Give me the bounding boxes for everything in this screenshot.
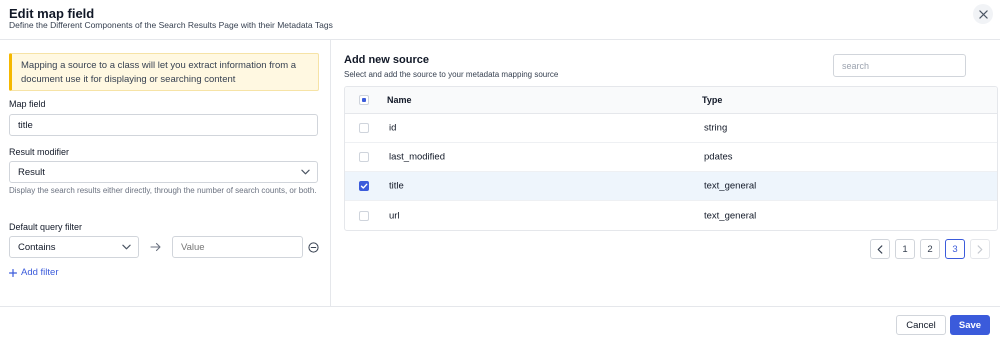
result-modifier-value: Result	[18, 166, 45, 178]
map-field-input[interactable]: title	[9, 114, 318, 136]
cancel-button[interactable]: Cancel	[896, 315, 946, 335]
row-checkbox[interactable]	[359, 181, 369, 191]
chevron-left-icon	[877, 244, 883, 254]
chevron-down-icon	[301, 169, 310, 175]
row-name: title	[389, 180, 404, 192]
row-name: last_modified	[389, 151, 445, 163]
add-source-title: Add new source	[344, 54, 429, 66]
row-type: string	[704, 122, 728, 134]
left-panel: Mapping a source to a class will let you…	[0, 40, 331, 306]
close-icon	[978, 9, 988, 19]
info-notice: Mapping a source to a class will let you…	[9, 53, 319, 91]
table-row[interactable]: title text_general	[345, 172, 997, 201]
table-row[interactable]: url text_general	[345, 201, 997, 230]
pagination-prev-button[interactable]	[870, 239, 890, 259]
column-header-type: Type	[702, 95, 723, 105]
table-header: Name Type	[345, 87, 997, 114]
select-all-checkbox[interactable]	[359, 95, 369, 105]
row-name: id	[389, 122, 397, 134]
pagination-page-3[interactable]: 3	[945, 239, 965, 259]
arrow-right-icon	[150, 242, 161, 252]
plus-icon	[9, 268, 17, 277]
modal-title: Edit map field	[9, 6, 95, 21]
modal-header: Edit map field Define the Different Comp…	[0, 0, 1000, 40]
add-filter-label: Add filter	[21, 267, 59, 278]
row-checkbox[interactable]	[359, 123, 369, 133]
result-modifier-select[interactable]: Result	[9, 161, 318, 183]
search-input[interactable]	[833, 54, 966, 77]
query-filter-label: Default query filter	[9, 222, 83, 232]
table-row[interactable]: id string	[345, 114, 997, 143]
result-modifier-help: Display the search results either direct…	[9, 186, 317, 195]
result-modifier-label: Result modifier	[9, 147, 70, 157]
source-table: Name Type id string last_modified pdates…	[344, 86, 998, 231]
pagination-page-1[interactable]: 1	[895, 239, 915, 259]
right-panel: Add new source Select and add the source…	[332, 40, 1000, 306]
row-type: pdates	[704, 151, 733, 163]
row-checkbox[interactable]	[359, 152, 369, 162]
row-name: url	[389, 210, 400, 221]
add-filter-button[interactable]: Add filter	[9, 267, 59, 278]
row-checkbox[interactable]	[359, 210, 369, 221]
pagination-page-2[interactable]: 2	[920, 239, 940, 259]
query-filter-operator-select[interactable]: Contains	[9, 236, 139, 258]
modal-subtitle: Define the Different Components of the S…	[9, 20, 333, 30]
query-filter-value-input[interactable]	[172, 236, 303, 258]
close-button[interactable]	[973, 4, 993, 24]
add-source-subtitle: Select and add the source to your metada…	[344, 70, 559, 79]
pagination-next-button[interactable]	[970, 239, 990, 259]
save-button[interactable]: Save	[950, 315, 990, 335]
map-field-label: Map field	[9, 99, 46, 109]
row-type: text_general	[704, 210, 757, 221]
map-field-value: title	[18, 119, 33, 131]
column-header-name: Name	[387, 95, 412, 105]
check-icon	[360, 183, 368, 189]
table-row[interactable]: last_modified pdates	[345, 143, 997, 172]
row-type: text_general	[704, 180, 757, 192]
chevron-right-icon	[977, 244, 983, 254]
chevron-down-icon	[122, 244, 131, 250]
query-filter-operator-value: Contains	[18, 241, 56, 253]
remove-filter-icon[interactable]	[308, 242, 319, 253]
modal-footer: Cancel Save	[0, 306, 1000, 339]
